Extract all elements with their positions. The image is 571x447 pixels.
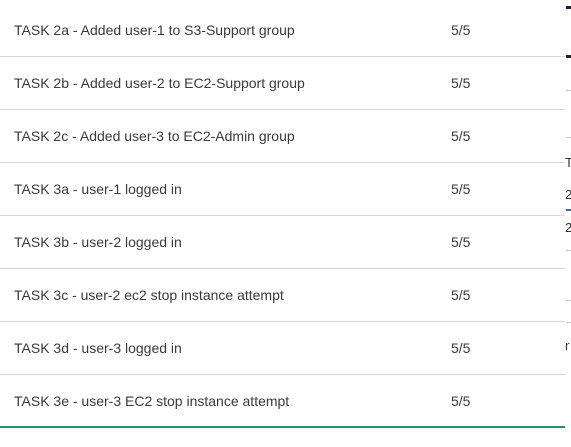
task-score: 5/5	[451, 393, 471, 409]
task-name: TASK 3b - user-2 logged in	[14, 234, 182, 250]
task-score: 5/5	[451, 234, 471, 250]
edge-text: T	[565, 155, 571, 170]
task-score: 5/5	[451, 75, 471, 91]
table-row: TASK 3a - user-1 logged in 5/5	[0, 163, 565, 216]
task-score-table: TASK 2a - Added user-1 to S3-Support gro…	[0, 4, 565, 428]
edge-blue-underline	[566, 209, 571, 211]
edge-divider	[566, 300, 571, 301]
edge-divider	[566, 90, 571, 91]
edge-text: r	[565, 338, 570, 353]
edge-dark-mark	[566, 6, 571, 9]
task-score: 5/5	[451, 287, 471, 303]
task-name: TASK 3d - user-3 logged in	[14, 340, 182, 356]
table-row: TASK 2b - Added user-2 to EC2-Support gr…	[0, 57, 565, 110]
task-name: TASK 2c - Added user-3 to EC2-Admin grou…	[14, 128, 295, 144]
table-row: TASK 3b - user-2 logged in 5/5	[0, 216, 565, 269]
edge-text: 2	[565, 187, 571, 202]
task-name: TASK 3e - user-3 EC2 stop instance attem…	[14, 393, 290, 409]
task-score: 5/5	[451, 22, 471, 38]
table-row: TASK 3d - user-3 logged in 5/5	[0, 322, 565, 375]
task-name: TASK 2a - Added user-1 to S3-Support gro…	[14, 22, 295, 38]
task-score: 5/5	[451, 128, 471, 144]
edge-divider	[566, 250, 571, 251]
grading-results-page: TASK 2a - Added user-1 to S3-Support gro…	[0, 0, 571, 447]
task-name: TASK 3c - user-2 ec2 stop instance attem…	[14, 287, 284, 303]
edge-dark-mark	[566, 55, 571, 58]
task-name: TASK 2b - Added user-2 to EC2-Support gr…	[14, 75, 305, 91]
table-row: TASK 2a - Added user-1 to S3-Support gro…	[0, 4, 565, 57]
edge-divider	[566, 137, 571, 138]
table-row: TASK 3e - user-3 EC2 stop instance attem…	[0, 375, 565, 428]
clipped-side-panel: T 2 2 r	[565, 0, 571, 447]
edge-text: 2	[565, 220, 571, 235]
edge-divider	[566, 322, 571, 323]
task-score: 5/5	[451, 340, 471, 356]
task-score: 5/5	[451, 181, 471, 197]
table-row: TASK 3c - user-2 ec2 stop instance attem…	[0, 269, 565, 322]
task-name: TASK 3a - user-1 logged in	[14, 181, 182, 197]
table-row: TASK 2c - Added user-3 to EC2-Admin grou…	[0, 110, 565, 163]
